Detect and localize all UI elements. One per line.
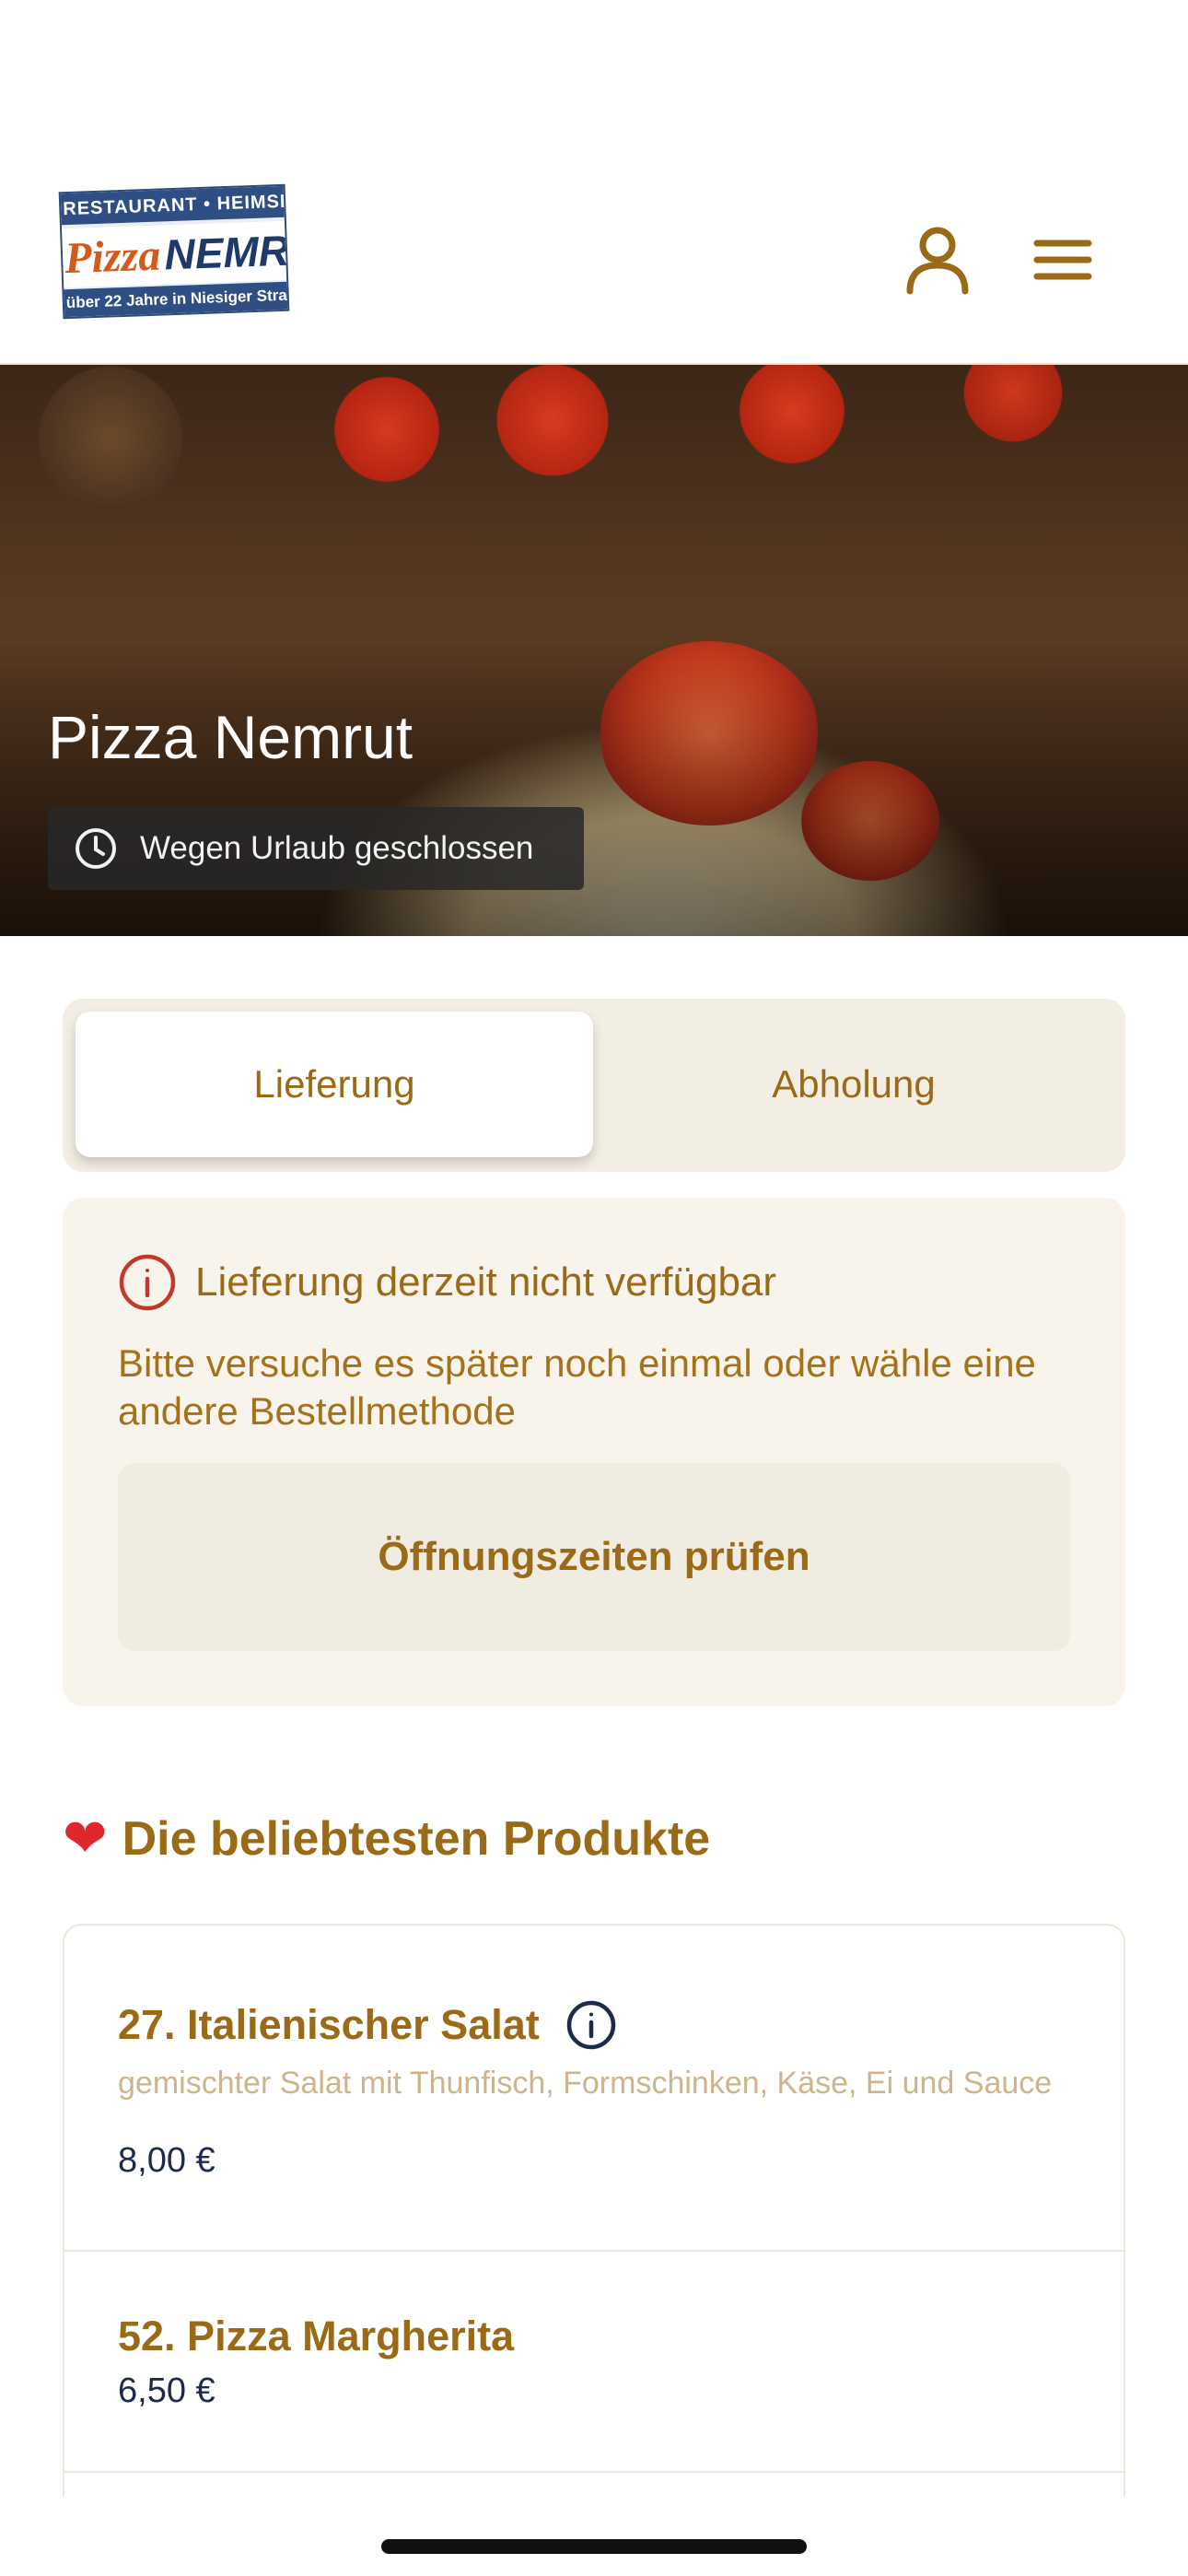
info-icon[interactable] — [565, 1999, 617, 2051]
home-indicator[interactable] — [381, 2539, 807, 2554]
notice-message: Bitte versuche es später noch einmal ode… — [118, 1341, 1036, 1433]
hero-banner: Pizza Nemrut Wegen Urlaub geschlossen — [0, 365, 1188, 936]
tab-delivery[interactable]: Lieferung — [76, 1012, 593, 1157]
logo-word-nemrut: NEMRUT — [163, 224, 287, 279]
product-title-row: 27. Italienischer Salat — [118, 1999, 617, 2051]
section-heading: ❤ Die beliebtesten Produkte — [63, 1811, 710, 1867]
delivery-unavailable-notice: Lieferung derzeit nicht verfügbar Bitte … — [63, 1198, 1125, 1706]
logo-word-pizza: Pizza — [64, 230, 162, 284]
restaurant-logo[interactable]: RESTAURANT • HEIMSERVICE Pizza NEMRUT üb… — [58, 183, 290, 320]
notice-header: Lieferung derzeit nicht verfügbar — [118, 1253, 776, 1312]
product-price: 6,50 € — [118, 2371, 215, 2410]
product-list: 27. Italienischer Salat gemischter Salat… — [63, 1924, 1125, 2497]
product-price: 8,00 € — [118, 2141, 215, 2180]
section-heading-text: Die beliebtesten Produkte — [122, 1812, 711, 1866]
clock-icon — [76, 828, 116, 869]
order-method-toggle: Lieferung Abholung — [63, 999, 1125, 1172]
status-text: Wegen Urlaub geschlossen — [140, 830, 534, 866]
product-description: gemischter Salat mit Thunfisch, Formschi… — [118, 2066, 1053, 2101]
product-title: 52. Pizza Margherita — [118, 2313, 515, 2359]
hamburger-menu-icon[interactable] — [1024, 221, 1101, 299]
info-circle-icon — [119, 1254, 176, 1311]
logo-bottom-band: über 22 Jahre in Niesiger Straße 3 · Ful… — [64, 281, 288, 318]
logo-wordmark: Pizza NEMRUT — [62, 220, 287, 288]
product-title: 27. Italienischer Salat — [118, 2001, 540, 2048]
product-item[interactable]: 27. Italienischer Salat gemischter Salat… — [64, 1926, 1124, 2252]
check-opening-hours-button[interactable]: Öffnungszeiten prüfen — [118, 1463, 1070, 1651]
hero-gradient — [0, 641, 1188, 936]
product-title-row: 52. Pizza Margherita — [118, 2313, 514, 2360]
restaurant-name: Pizza Nemrut — [48, 703, 413, 771]
heart-icon: ❤ — [63, 1809, 108, 1868]
logo-top-band: RESTAURANT • HEIMSERVICE — [60, 185, 285, 226]
app-header: RESTAURANT • HEIMSERVICE Pizza NEMRUT üb… — [0, 0, 1188, 365]
user-icon[interactable] — [899, 221, 976, 299]
status-badge: Wegen Urlaub geschlossen — [48, 807, 584, 890]
product-item[interactable]: 52. Pizza Margherita 6,50 € — [64, 2252, 1124, 2473]
tab-pickup[interactable]: Abholung — [595, 1012, 1112, 1157]
notice-title: Lieferung derzeit nicht verfügbar — [195, 1259, 777, 1305]
